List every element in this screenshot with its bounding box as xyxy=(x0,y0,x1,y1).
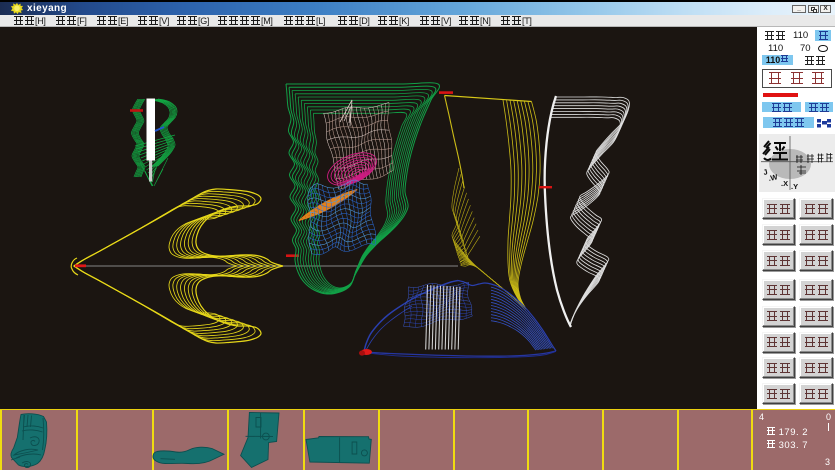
svg-text:.X: .X xyxy=(781,179,788,188)
svg-text:.Y: .Y xyxy=(791,182,798,191)
